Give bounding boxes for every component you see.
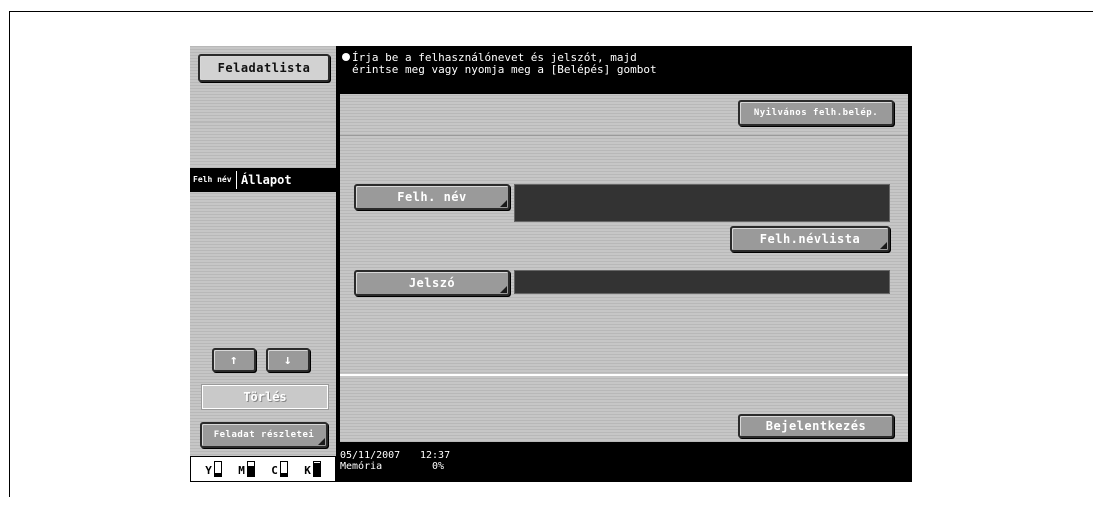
password-button[interactable]: Jelszó: [354, 270, 510, 296]
toner-label: Y: [205, 464, 212, 477]
public-user-login-button[interactable]: Nyilvános felh.belép.: [738, 100, 894, 126]
toner-bar: [312, 461, 321, 477]
toner-bar: [213, 461, 222, 477]
toner-cyan: C: [271, 461, 288, 477]
memory-label: Memória: [340, 461, 383, 472]
toner-bar: [246, 461, 255, 477]
scroll-up-button[interactable]: ↑: [212, 348, 256, 372]
column-status: Állapot: [241, 173, 292, 187]
job-list-header: Felh név Állapot: [190, 168, 336, 192]
left-panel: Feladatlista Felh név Állapot ↑ ↓ Törlés…: [190, 46, 336, 482]
login-panel: Nyilvános felh.belép. Felh. név Felh.név…: [340, 94, 908, 442]
toner-yellow: Y: [205, 461, 222, 477]
toner-fill: [247, 465, 254, 476]
toner-label: K: [304, 464, 311, 477]
login-button[interactable]: Bejelentkezés: [738, 414, 894, 438]
username-button[interactable]: Felh. név: [354, 184, 510, 210]
task-list-button[interactable]: Feladatlista: [198, 54, 330, 82]
column-separator: [236, 171, 237, 189]
main-area: Nyilvános felh.belép. Felh. név Felh.név…: [336, 86, 912, 446]
toner-levels: Y M C K: [190, 456, 336, 482]
job-details-button[interactable]: Feladat részletei: [200, 422, 328, 448]
scroll-down-button[interactable]: ↓: [266, 348, 310, 372]
toner-label: C: [271, 464, 278, 477]
toner-fill: [313, 463, 320, 476]
toner-fill: [280, 472, 287, 476]
status-date: 05/11/2007: [340, 450, 401, 461]
page-frame-left: [9, 11, 10, 497]
toner-black: K: [304, 461, 321, 477]
toner-bar: [279, 461, 288, 477]
message-bar: Írja be a felhasználónevet és jelszót, m…: [336, 46, 912, 86]
toner-fill: [214, 472, 221, 476]
toner-label: M: [238, 464, 245, 477]
status-time: 12:37: [420, 450, 451, 461]
control-panel-screen: Feladatlista Felh név Állapot ↑ ↓ Törlés…: [190, 46, 912, 482]
password-field[interactable]: [514, 270, 890, 294]
status-bar: 05/11/2007 12:37 Memória 0%: [336, 446, 912, 482]
message-line-2: érintse meg vagy nyomja meg a [Belépés] …: [352, 63, 657, 76]
hint-icon: [342, 53, 350, 61]
page-frame-top: [9, 11, 1093, 12]
left-panel-middle: [190, 122, 336, 168]
memory-value: 0%: [432, 461, 445, 472]
column-user-name: Felh név: [193, 175, 232, 184]
toner-magenta: M: [238, 461, 255, 477]
arrow-down-icon: ↓: [283, 352, 293, 368]
user-list-button[interactable]: Felh.névlista: [730, 226, 890, 252]
arrow-up-icon: ↑: [229, 352, 239, 368]
username-field[interactable]: [514, 184, 890, 222]
delete-button[interactable]: Törlés: [201, 384, 329, 410]
